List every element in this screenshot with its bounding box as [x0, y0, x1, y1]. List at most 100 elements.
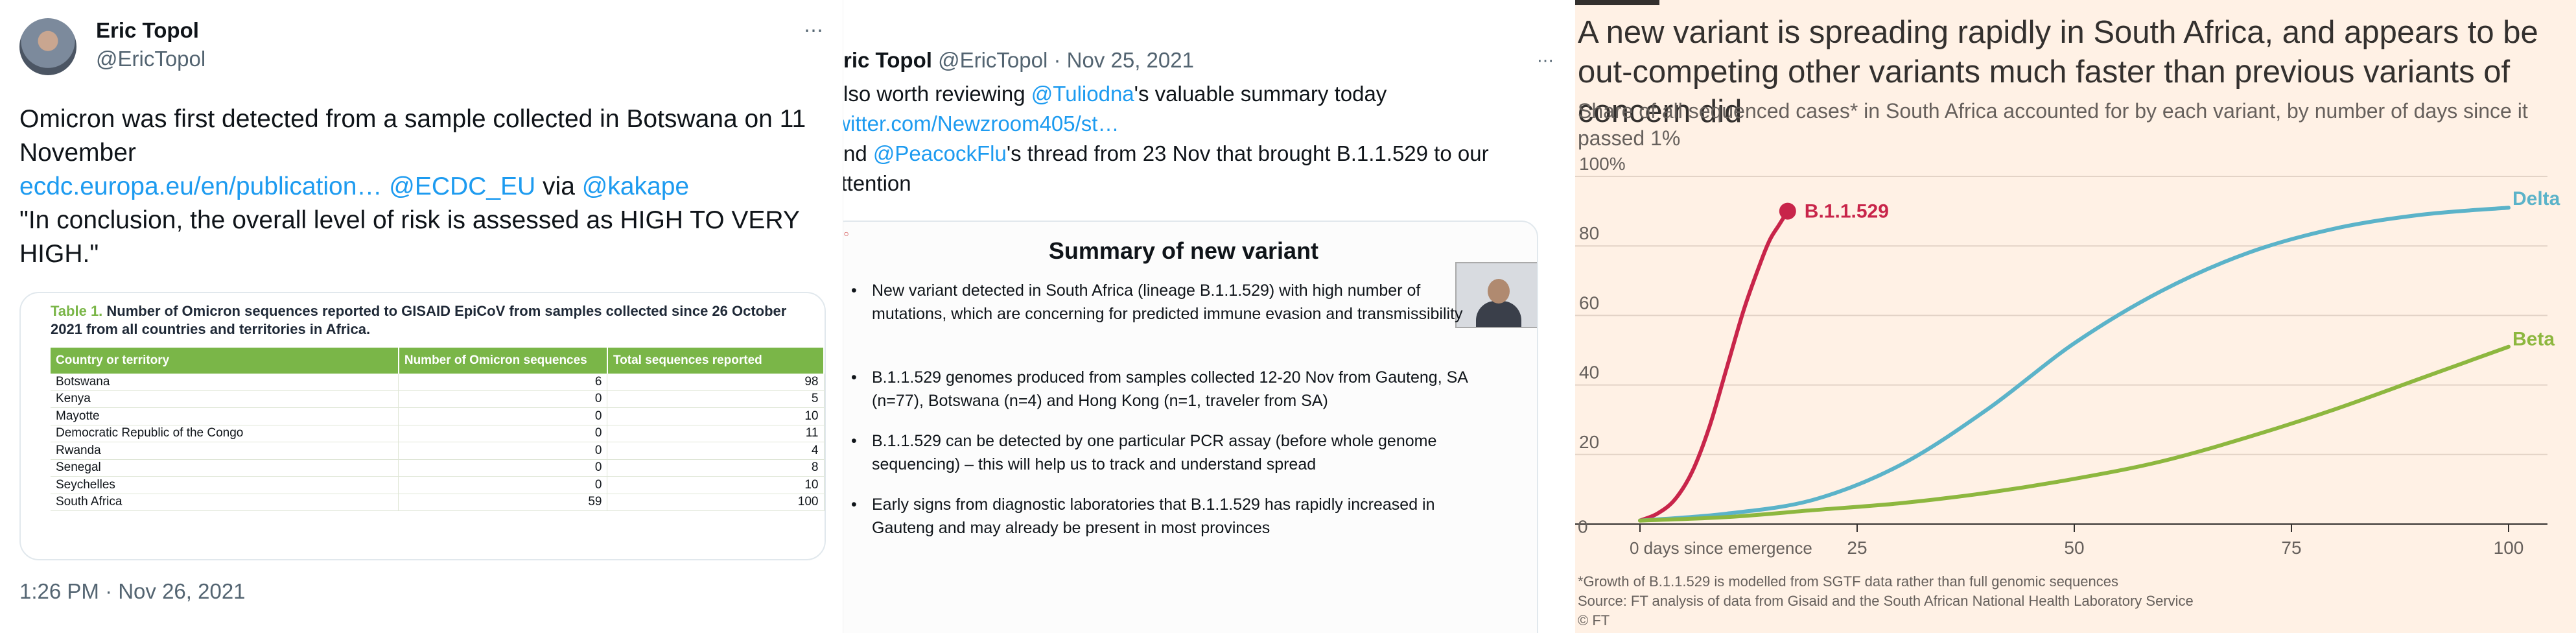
table-cell: 98 — [607, 374, 825, 391]
user-handle[interactable]: @EricTopol — [938, 48, 1048, 72]
series-line-delta — [1638, 206, 2511, 523]
tweet-text-line: Omicron was first detected from a sample… — [19, 105, 806, 167]
table-cell: 100 — [607, 494, 825, 511]
more-options-icon[interactable]: ⋯ — [1537, 51, 1554, 71]
y-tick-label: 80 — [1579, 223, 1599, 243]
table-cell: 0 — [398, 425, 608, 442]
slide-title: Summary of new variant — [1048, 237, 1319, 264]
table-header-cell: Total sequences reported — [607, 348, 825, 374]
table-body: Botswana 6 98 Kenya 0 5 Mayotte 0 10 Democratic R… — [51, 374, 825, 511]
table-cell: 0 — [398, 476, 608, 494]
series-line-beta — [1638, 344, 2511, 523]
table-cell: Kenya — [51, 390, 399, 408]
table-cell: 4 — [607, 442, 825, 460]
series-end-dot-b-1-1-529 — [1779, 202, 1796, 220]
table-cell: Senegal — [51, 459, 399, 477]
publication-link[interactable]: ecdc.europa.eu/en/publication… — [19, 173, 382, 200]
tweet-timestamp[interactable]: 1:26 PM · Nov 26, 2021 — [19, 579, 246, 604]
table-cell: 0 — [398, 390, 608, 408]
tweet-date[interactable]: · Nov 25, 2021 — [1053, 48, 1193, 72]
table-cell: Botswana — [51, 374, 399, 391]
table-header-row: Country or territory Number of Omicron se… — [51, 348, 825, 374]
tweet-text-part: 's valuable summary today — [1134, 82, 1387, 106]
x-tick-label: 75 — [2281, 538, 2301, 558]
mention-ecdc[interactable]: @ECDC_EU — [389, 173, 535, 200]
table-row: South Africa 59 100 — [51, 494, 825, 511]
user-handle[interactable]: @EricTopol — [96, 47, 205, 71]
table-cell: 6 — [398, 374, 608, 391]
y-tick-label: 40 — [1579, 363, 1599, 383]
footnote-copyright: © FT — [1578, 612, 1610, 628]
mention-peacockflu[interactable]: @PeacockFlu — [873, 141, 1007, 165]
tweet-text-part: And — [843, 141, 867, 165]
slide-bullet: • Early signs from diagnostic laboratorie… — [851, 493, 1499, 540]
y-tick-label: 100% — [1579, 154, 1626, 174]
avatar[interactable] — [19, 18, 76, 75]
table-row: Mayotte 0 10 — [51, 407, 825, 425]
ft-variant-chart: A new variant is spreading rapidly in So… — [1575, 0, 2576, 633]
tweet-omicron-botswana: Eric Topol @EricTopol ⋯ Omicron was firs… — [0, 0, 843, 633]
table-row: Seychelles 0 10 — [51, 476, 825, 494]
table-row: Rwanda 0 4 — [51, 442, 825, 460]
display-name[interactable]: Eric Topol — [843, 48, 932, 72]
footnote-sgtf: *Growth of B.1.1.529 is modelled from SG… — [1578, 573, 2118, 590]
table-row: Democratic Republic of the Congo 0 11 — [51, 425, 825, 442]
slide-bullet: • New variant detected in South Africa (l… — [851, 279, 1499, 326]
tweet-summary-variant: Eric Topol @EricTopol · Nov 25, 2021 ⋯ A… — [843, 0, 1576, 633]
series-label-beta: Beta — [2512, 329, 2555, 350]
table-row: Botswana 6 98 — [51, 374, 825, 391]
x-tick-label: 0 days since emergence — [1630, 538, 1812, 558]
table-cell: 59 — [398, 494, 608, 511]
footnote-source: Source: FT analysis of data from Gisaid … — [1578, 593, 2194, 609]
mention-kakape[interactable]: @kakape — [582, 173, 689, 200]
x-tick-label: 100 — [2494, 538, 2524, 558]
table-cell: 0 — [398, 442, 608, 460]
via-text: via — [543, 173, 575, 200]
tweet-text-part: Also worth reviewing — [843, 82, 1025, 106]
more-options-icon[interactable]: ⋯ — [804, 19, 823, 42]
line-chart: 20 40 60 80 100% 0 0 days since emergence 25 50 7… — [1575, 154, 2560, 558]
media-card-table[interactable]: Table 1. Number of Omicron sequences rep… — [19, 292, 826, 560]
media-card-slide[interactable]: ● ○ Summary of new variant •New variant … — [843, 221, 1538, 633]
table-cell: Mayotte — [51, 407, 399, 425]
slide-bullet: • B.1.1.529 can be detected by one partic… — [851, 429, 1499, 476]
newzroom-link[interactable]: twitter.com/Newzroom405/st… — [843, 112, 1119, 136]
table-header-cell: Country or territory — [51, 348, 399, 374]
table-row: Kenya 0 5 — [51, 390, 825, 408]
table-cell: Seychelles — [51, 476, 399, 494]
y-tick-label: 20 — [1579, 432, 1599, 452]
series-label-delta: Delta — [2512, 188, 2560, 209]
display-name[interactable]: Eric Topol — [96, 18, 199, 43]
slide-bullet-text: B.1.1.529 can be detected by one particu… — [872, 432, 1437, 473]
table-header-cell: Number of Omicron sequences — [398, 348, 608, 374]
x-tick-label: 25 — [1847, 538, 1867, 558]
table-row: Senegal 0 8 — [51, 459, 825, 477]
table-cell: Rwanda — [51, 442, 399, 460]
y-tick-label: 0 — [1578, 516, 1588, 536]
slide-bullet-text: Early signs from diagnostic laboratories… — [872, 496, 1435, 537]
table-caption-label: Table 1. — [51, 303, 103, 319]
table-cell: 0 — [398, 407, 608, 425]
bullet-dot-icon: • — [851, 496, 857, 514]
bullet-dot-icon: • — [851, 368, 857, 387]
table-cell: Democratic Republic of the Congo — [51, 425, 399, 442]
mention-tuliodna[interactable]: @Tuliodna — [1031, 82, 1134, 106]
x-tick-label: 50 — [2064, 538, 2084, 558]
chart-footnotes: *Growth of B.1.1.529 is modelled from SG… — [1578, 572, 2550, 630]
bullet-dot-icon: • — [851, 281, 857, 300]
tweet-text: Also worth reviewing @Tuliodna's valuabl… — [843, 79, 1529, 198]
table-cell: 11 — [607, 425, 825, 442]
tweet-text: Omicron was first detected from a sample… — [19, 102, 817, 271]
omicron-sequences-table: Country or territory Number of Omicron se… — [51, 348, 825, 511]
table-cell: 10 — [607, 407, 825, 425]
slide-bullet-text: New variant detected in South Africa (li… — [872, 281, 1463, 323]
table-cell: 0 — [398, 459, 608, 477]
slide-bullet-text: B.1.1.529 genomes produced from samples … — [872, 368, 1468, 410]
y-tick-label: 60 — [1579, 293, 1599, 313]
series-line-b-1-1-529 — [1638, 209, 1790, 523]
tweet-header: Eric Topol @EricTopol · Nov 25, 2021 — [843, 48, 1194, 73]
table-cell: 5 — [607, 390, 825, 408]
table-caption: Table 1. Number of Omicron sequences rep… — [51, 302, 815, 339]
table-cell: South Africa — [51, 494, 399, 511]
quote-text: "In conclusion, the overall level of ris… — [19, 206, 800, 268]
